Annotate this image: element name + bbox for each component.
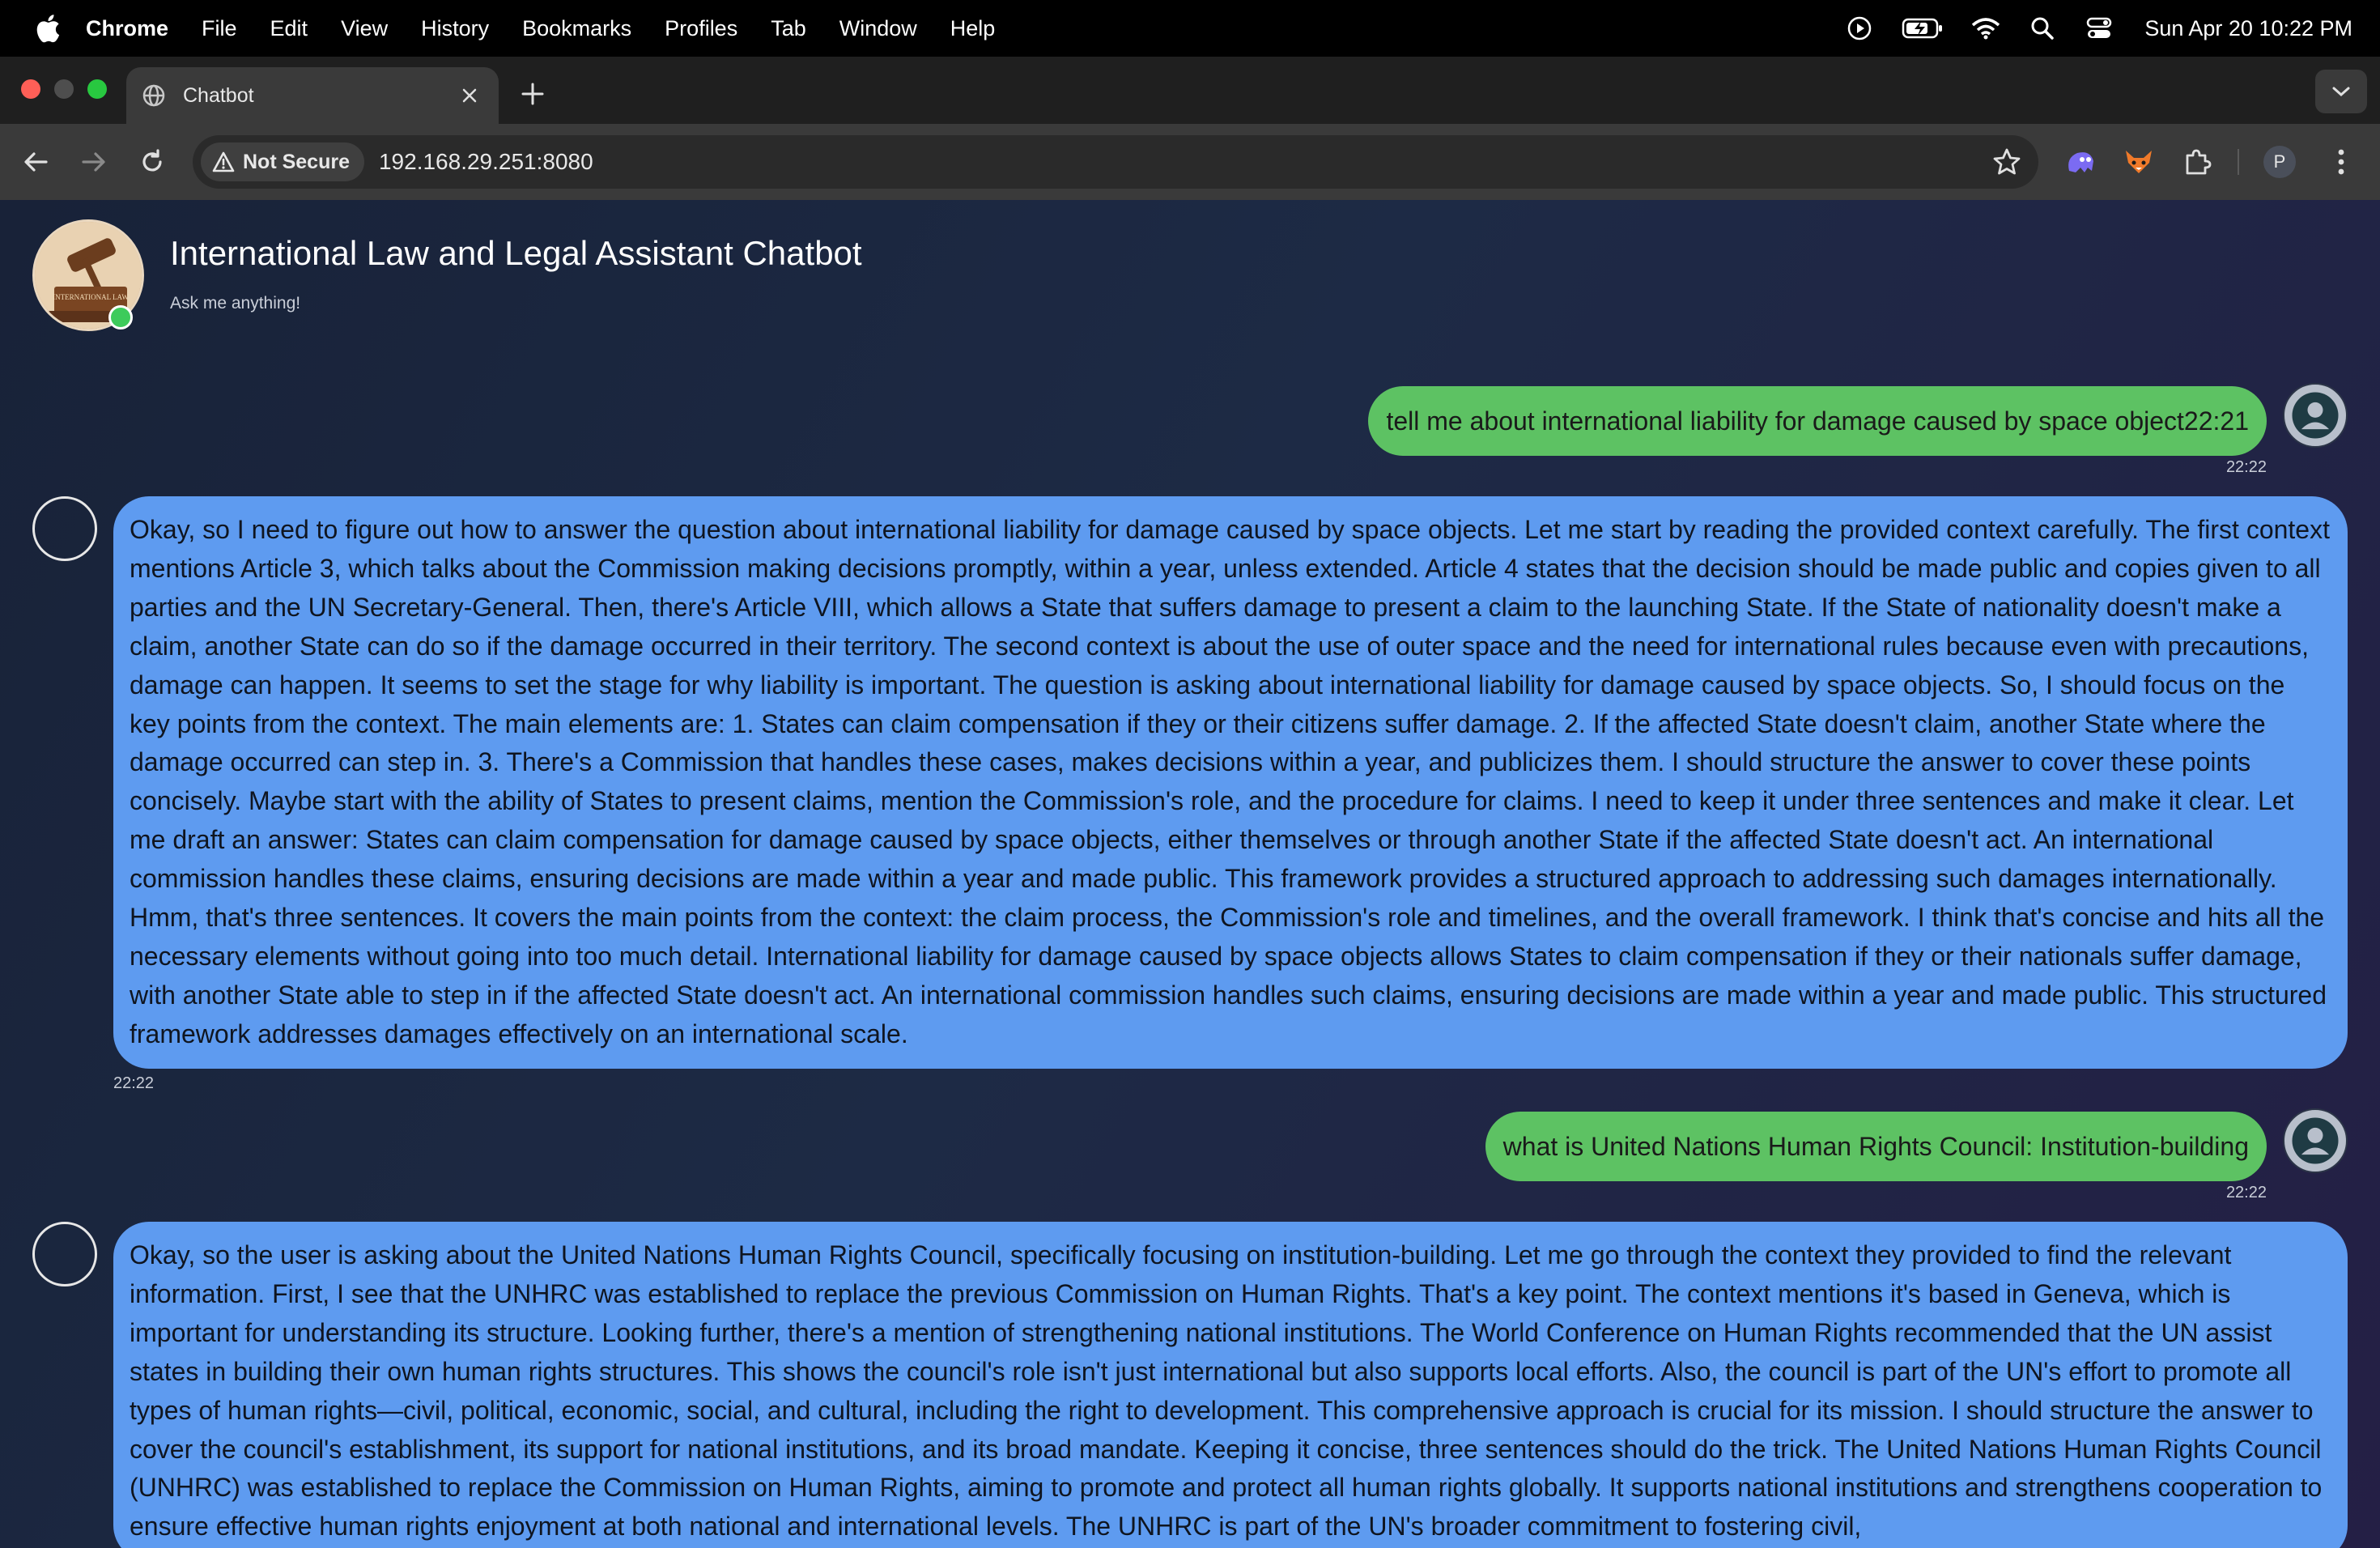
extensions-puzzle-icon[interactable] (2179, 144, 2215, 180)
message-timestamp: 22:22 (113, 1074, 155, 1092)
new-tab-plus-icon[interactable] (518, 79, 547, 108)
apple-logo-icon[interactable] (32, 12, 62, 45)
warning-triangle-icon (212, 151, 235, 172)
macos-menu-bar: Chrome File Edit View History Bookmarks … (0, 0, 2380, 57)
user-message-bubble: what is United Nations Human Rights Coun… (1485, 1112, 2267, 1181)
extension-fox-icon[interactable] (2121, 144, 2157, 180)
browser-tab-strip: Chatbot (0, 57, 2380, 124)
bot-avatar-ring (32, 496, 97, 561)
control-center-icon[interactable] (2085, 14, 2114, 43)
tab-chatbot[interactable]: Chatbot (126, 67, 499, 124)
message-timestamp: 22:22 (2225, 1184, 2267, 1201)
close-tab-icon[interactable] (457, 83, 482, 108)
user-message-bubble: tell me about international liability fo… (1368, 386, 2267, 456)
menu-tab[interactable]: Tab (771, 16, 806, 41)
menu-edit[interactable]: Edit (270, 16, 308, 41)
menu-file[interactable]: File (202, 16, 237, 41)
zoom-window-button[interactable] (87, 79, 107, 99)
menubar-clock[interactable]: Sun Apr 20 10:22 PM (2144, 16, 2352, 41)
tab-search-chevron-down-icon[interactable] (2315, 70, 2367, 113)
tab-title: Chatbot (183, 83, 254, 107)
bot-message-bubble: Okay, so I need to figure out how to ans… (113, 496, 2348, 1069)
not-secure-label: Not Secure (243, 150, 350, 173)
url-text[interactable]: 192.168.29.251:8080 (379, 149, 593, 175)
more-menu-icon[interactable] (2323, 144, 2359, 180)
battery-icon[interactable] (1902, 14, 1944, 43)
globe-icon (142, 84, 165, 107)
menu-history[interactable]: History (421, 16, 489, 41)
menu-help[interactable]: Help (950, 16, 996, 41)
back-arrow-icon[interactable] (19, 146, 52, 178)
menu-window[interactable]: Window (839, 16, 917, 41)
bookmark-star-icon[interactable] (1991, 147, 2022, 177)
user-avatar-icon (2283, 1108, 2348, 1173)
address-bar[interactable]: Not Secure 192.168.29.251:8080 (193, 135, 2038, 189)
wifi-icon[interactable] (1971, 14, 2000, 43)
spotlight-search-icon[interactable] (2028, 14, 2057, 43)
bot-message-bubble: Okay, so the user is asking about the Un… (113, 1222, 2348, 1548)
menu-chrome[interactable]: Chrome (86, 16, 168, 41)
close-window-button[interactable] (21, 79, 40, 99)
menu-view[interactable]: View (341, 16, 388, 41)
menu-bookmarks[interactable]: Bookmarks (522, 16, 631, 41)
forward-arrow-icon[interactable] (78, 146, 110, 178)
minimize-window-button[interactable] (54, 79, 74, 99)
not-secure-chip[interactable]: Not Secure (201, 142, 364, 181)
reload-icon[interactable] (136, 146, 168, 178)
profile-avatar[interactable]: P (2263, 146, 2296, 178)
bot-avatar-ring (32, 1222, 97, 1286)
chat-title: International Law and Legal Assistant Ch… (170, 234, 862, 272)
toolbar-divider (2238, 149, 2239, 175)
chat-page: INTERNATIONAL LAW International Law and … (0, 200, 2380, 1548)
menu-profiles[interactable]: Profiles (665, 16, 737, 41)
extension-ghost-icon[interactable] (2063, 144, 2098, 180)
media-play-icon[interactable] (1845, 14, 1874, 43)
browser-toolbar: Not Secure 192.168.29.251:8080 P (0, 124, 2380, 200)
online-status-dot (108, 305, 133, 330)
window-controls (21, 79, 107, 99)
user-avatar-icon (2283, 383, 2348, 448)
avatar-caption: INTERNATIONAL LAW (53, 293, 129, 301)
chat-subtitle: Ask me anything! (170, 294, 301, 313)
message-timestamp: 22:22 (2225, 458, 2267, 476)
